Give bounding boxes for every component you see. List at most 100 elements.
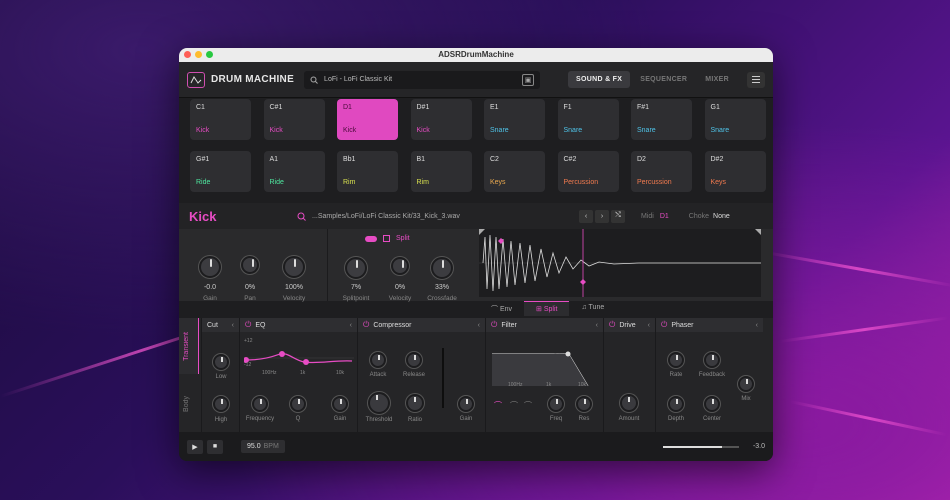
power-icon[interactable]: ⏻ <box>491 320 497 330</box>
highpass-icon[interactable]: ⌒ <box>524 400 532 411</box>
attack-knob[interactable] <box>370 352 386 368</box>
drum-pad[interactable]: F#1 Snare <box>631 99 692 140</box>
drum-pad[interactable]: E1 Snare <box>484 99 545 140</box>
bpm-value[interactable]: 95.0 <box>247 443 261 450</box>
freq-knob[interactable] <box>548 396 564 412</box>
power-icon[interactable]: ⏻ <box>609 320 615 330</box>
tab-transient[interactable]: Transient <box>183 332 190 361</box>
depth-label: Depth <box>667 416 684 422</box>
bandpass-icon[interactable]: ⌒ <box>510 400 518 411</box>
lowpass-icon[interactable]: ⌒ <box>494 400 502 411</box>
filter-module: ⏻ Filter ‹ 100Hz 1k 10k ⌒ ⌒ ⌒ Freq Res <box>485 318 603 432</box>
tab-body[interactable]: Body <box>183 396 190 412</box>
bg-streak <box>789 400 947 437</box>
power-icon[interactable]: ⏻ <box>363 320 369 330</box>
close-button[interactable] <box>184 51 191 58</box>
chevron-left-icon[interactable]: ‹ <box>756 322 758 329</box>
split-toggle[interactable]: Split <box>365 235 410 242</box>
feedback-knob[interactable] <box>704 352 720 368</box>
prev-sample-button[interactable]: ‹ <box>579 209 593 223</box>
comp-gain-knob[interactable] <box>458 396 474 412</box>
tab-env[interactable]: ⌒ Env <box>479 301 524 316</box>
mix-knob[interactable] <box>738 376 754 392</box>
tab-mixer[interactable]: MIXER <box>697 71 737 88</box>
frequency-label: Frequency <box>245 416 275 422</box>
low-cut-knob[interactable] <box>213 354 229 370</box>
save-icon[interactable]: ▣ <box>522 73 535 86</box>
crossfade-knob[interactable] <box>431 257 453 279</box>
frequency-knob[interactable] <box>252 396 268 412</box>
release-knob[interactable] <box>406 352 422 368</box>
eq-curve[interactable] <box>244 336 354 394</box>
drum-pad[interactable]: C#1 Kick <box>263 99 325 140</box>
splitpoint-knob[interactable] <box>345 257 367 279</box>
stop-button[interactable]: ■ <box>207 439 223 454</box>
pad-note: D#2 <box>710 156 724 163</box>
eq-axis-10k: 10k <box>336 370 345 376</box>
midi-note[interactable]: D1 <box>660 213 669 220</box>
next-sample-button[interactable]: › <box>595 209 609 223</box>
attack-label: Attack <box>369 372 387 378</box>
drum-pad[interactable]: D#1 Kick <box>410 99 472 140</box>
threshold-knob[interactable] <box>368 392 390 414</box>
power-icon[interactable]: ⏻ <box>661 320 667 330</box>
high-cut-knob[interactable] <box>213 396 229 412</box>
res-knob[interactable] <box>576 396 592 412</box>
chevron-left-icon[interactable]: ‹ <box>596 322 598 329</box>
power-icon[interactable]: ⏻ <box>245 320 251 330</box>
bpm-field[interactable]: 95.0 BPM <box>241 440 285 453</box>
preset-search[interactable]: LoFi - LoFi Classic Kit ▣ <box>304 70 541 89</box>
pad-note: C#2 <box>563 156 577 163</box>
search-icon <box>310 76 318 84</box>
drum-pad[interactable]: Bb1 Rim <box>337 151 398 192</box>
drum-pad[interactable]: D#2 Keys <box>704 151 766 192</box>
chevron-left-icon[interactable]: ‹ <box>350 322 352 329</box>
drum-pad[interactable]: D1 Kick <box>337 99 398 140</box>
app-window: ADSRDrumMachine DRUM MACHINE LoFi - LoFi… <box>179 48 773 461</box>
eq-axis-bottom: -12 <box>244 362 252 368</box>
drum-pad[interactable]: G#1 Ride <box>190 151 251 192</box>
pan-knob[interactable] <box>241 256 259 274</box>
gain-knob[interactable] <box>199 256 221 278</box>
tab-sequencer[interactable]: SEQUENCER <box>632 71 695 88</box>
choke-value[interactable]: None <box>713 213 730 220</box>
chevron-left-icon[interactable]: ‹ <box>232 322 234 329</box>
amount-knob[interactable] <box>620 394 638 412</box>
pad-name: Ride <box>196 179 211 186</box>
tab-split[interactable]: ⊞ Split <box>524 301 570 316</box>
drum-pad[interactable]: C1 Kick <box>190 99 251 140</box>
zoom-button[interactable] <box>206 51 213 58</box>
q-knob[interactable] <box>290 396 306 412</box>
velocity-knob[interactable] <box>283 256 305 278</box>
center-knob[interactable] <box>704 396 720 412</box>
tab-sound-fx[interactable]: SOUND & FX <box>568 71 631 88</box>
drum-pad[interactable]: G1 Snare <box>704 99 766 140</box>
drum-pad[interactable]: F1 Snare <box>557 99 619 140</box>
mix-label: Mix <box>741 396 751 402</box>
waveform-display[interactable] <box>479 229 761 297</box>
rate-knob[interactable] <box>668 352 684 368</box>
drum-pad[interactable]: B1 Rim <box>410 151 472 192</box>
chevron-left-icon[interactable]: ‹ <box>648 322 650 329</box>
ratio-knob[interactable] <box>406 394 424 412</box>
minimize-button[interactable] <box>195 51 202 58</box>
pad-note: B1 <box>416 156 426 163</box>
menu-icon[interactable] <box>747 71 765 88</box>
drum-pad[interactable]: C#2 Percussion <box>557 151 619 192</box>
eq-gain-knob[interactable] <box>332 396 348 412</box>
toggle-icon[interactable] <box>365 235 377 242</box>
filter-curve[interactable] <box>492 336 596 386</box>
split-velocity-knob[interactable] <box>391 257 409 275</box>
drum-pad[interactable]: D2 Percussion <box>631 151 692 192</box>
drum-pad[interactable]: A1 Ride <box>263 151 325 192</box>
master-volume-slider[interactable] <box>662 445 739 448</box>
chevron-left-icon[interactable]: ‹ <box>478 322 480 329</box>
split-icon <box>383 235 390 242</box>
shuffle-icon[interactable]: ⤭ <box>611 209 625 223</box>
depth-knob[interactable] <box>668 396 684 412</box>
search-icon[interactable] <box>297 212 306 221</box>
sample-path[interactable]: ...Samples/LoFi/LoFi Classic Kit/33_Kick… <box>312 213 460 220</box>
tab-tune[interactable]: ♫ Tune <box>569 301 616 316</box>
drum-pad[interactable]: C2 Keys <box>484 151 545 192</box>
play-button[interactable]: ▶ <box>187 439 203 454</box>
